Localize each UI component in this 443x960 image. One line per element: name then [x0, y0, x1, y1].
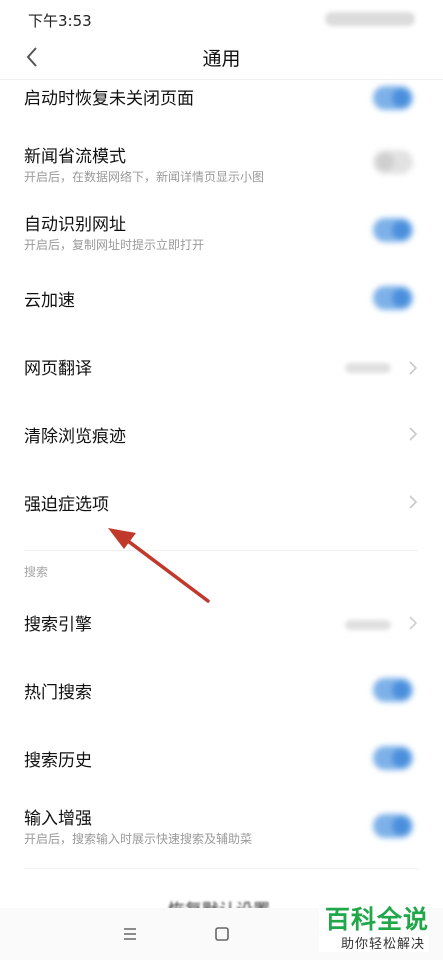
setting-title: 清除浏览痕迹: [24, 427, 126, 447]
setting-title: 热门搜索: [24, 683, 92, 703]
setting-title: 云加速: [24, 291, 75, 311]
setting-restore-pages[interactable]: 启动时恢复未关闭页面: [0, 80, 443, 120]
setting-auto-url[interactable]: 自动识别网址 开启后，复制网址时提示立即打开: [0, 200, 443, 260]
chevron-right-icon: [407, 360, 419, 376]
setting-clear-history[interactable]: 清除浏览痕迹: [0, 406, 443, 462]
status-bar: 下午3:53: [0, 0, 443, 38]
setting-subtitle: 开启后，复制网址时提示立即打开: [24, 238, 205, 252]
section-divider: [24, 868, 419, 869]
page-title: 通用: [202, 48, 241, 70]
toggle-switch[interactable]: [373, 218, 413, 242]
setting-title: 自动识别网址: [24, 215, 126, 235]
setting-title: 网页翻译: [24, 359, 92, 379]
chevron-right-icon: [407, 426, 419, 442]
setting-search-history[interactable]: 搜索历史: [0, 730, 443, 786]
setting-title: 输入增强: [24, 809, 92, 829]
setting-title: 强迫症选项: [24, 495, 109, 515]
setting-search-engine[interactable]: 搜索引擎: [0, 594, 443, 650]
watermark-subtitle: 助你轻松解决: [340, 937, 425, 952]
watermark-logo: 百科全说 助你轻松解决: [319, 900, 429, 952]
setting-title: 搜索历史: [24, 751, 92, 771]
setting-value: [345, 620, 391, 630]
menu-icon[interactable]: [122, 926, 138, 945]
setting-title: 启动时恢复未关闭页面: [24, 89, 194, 109]
setting-input-enhance[interactable]: 输入增强 开启后，搜索输入时展示快速搜索及辅助菜: [0, 796, 443, 858]
section-divider: [24, 550, 419, 551]
setting-title: 新闻省流模式: [24, 147, 126, 167]
toggle-switch[interactable]: [373, 150, 413, 174]
toggle-switch[interactable]: [373, 746, 413, 770]
setting-cloud-accel[interactable]: 云加速: [0, 270, 443, 326]
setting-subtitle: 开启后，在数据网络下，新闻详情页显示小图: [24, 170, 265, 184]
setting-news-saver[interactable]: 新闻省流模式 开启后，在数据网络下，新闻详情页显示小图: [0, 134, 443, 196]
top-nav: 通用: [0, 38, 443, 80]
setting-subtitle: 开启后，搜索输入时展示快速搜索及辅助菜: [24, 832, 253, 846]
chevron-right-icon: [407, 494, 419, 510]
status-time: 下午3:53: [28, 12, 92, 30]
setting-value: [345, 363, 391, 373]
setting-hot-search[interactable]: 热门搜索: [0, 662, 443, 718]
home-icon[interactable]: [214, 926, 230, 946]
section-header-search: 搜索: [24, 565, 49, 579]
toggle-switch[interactable]: [373, 286, 413, 310]
toggle-switch[interactable]: [373, 814, 413, 838]
setting-title: 搜索引擎: [24, 615, 92, 635]
toggle-switch[interactable]: [373, 86, 413, 110]
watermark-title: 百科全说: [324, 905, 429, 934]
chevron-right-icon: [407, 615, 419, 631]
toggle-switch[interactable]: [373, 678, 413, 702]
setting-translate[interactable]: 网页翻译: [0, 338, 443, 394]
status-icons: [325, 12, 415, 26]
setting-ocd-options[interactable]: 强迫症选项: [0, 474, 443, 530]
